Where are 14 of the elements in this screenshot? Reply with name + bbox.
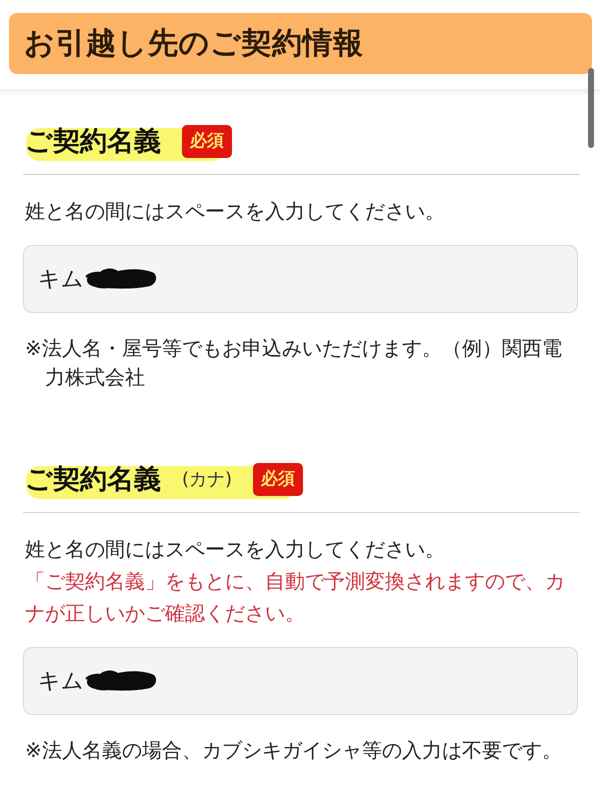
heading-note: (カナ)	[182, 468, 232, 491]
instruction-text: 姓と名の間にはスペースを入力してください。	[25, 198, 446, 225]
input-field[interactable]: キム	[23, 647, 578, 715]
required-badge: 必須	[182, 124, 232, 158]
section-heading: ご契約名義	[25, 463, 161, 497]
note-text: ※法人名義の場合、カブシキガイシャ等の入力は不要です。	[24, 737, 563, 764]
input-field[interactable]: キム	[23, 245, 578, 313]
page-title-bar: お引越し先のご契約情報	[9, 13, 592, 74]
note-text: ※法人名・屋号等でもお申込みいただけます。（例）関西電力株式会社	[24, 335, 563, 391]
warning-text: 「ご契約名義」をもとに、自動で予測変換されますので、カナが正しいかご確認ください。	[25, 568, 566, 627]
required-badge: 必須	[253, 462, 304, 496]
section-heading: ご契約名義	[25, 125, 161, 159]
instruction-text: 姓と名の間にはスペースを入力してください。	[25, 536, 446, 563]
scrollbar-thumb[interactable]	[588, 68, 594, 148]
